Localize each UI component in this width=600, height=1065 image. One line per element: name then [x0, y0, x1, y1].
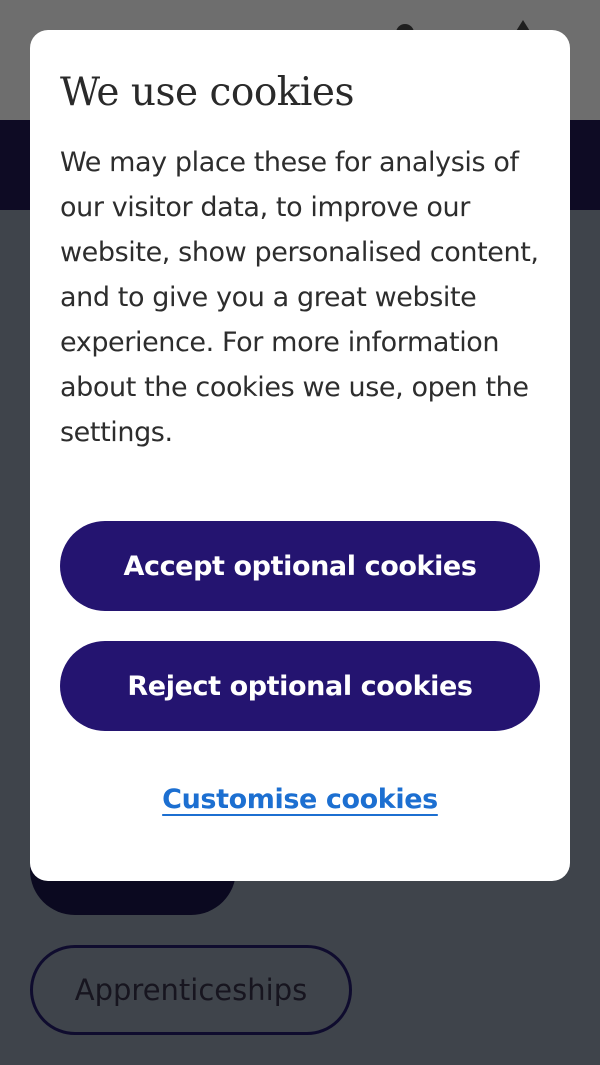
reject-optional-cookies-button[interactable]: Reject optional cookies — [60, 641, 540, 731]
page: Apprenticeships We use cookies We may pl… — [0, 0, 600, 1065]
accept-optional-cookies-button[interactable]: Accept optional cookies — [60, 521, 540, 611]
cookie-consent-dialog: We use cookies We may place these for an… — [30, 30, 570, 881]
apprenticeships-filter-label: Apprenticeships — [74, 973, 308, 1007]
customise-cookies-link-wrapper: Customise cookies — [30, 784, 570, 815]
dialog-title: We use cookies — [60, 70, 355, 115]
customise-cookies-link[interactable]: Customise cookies — [162, 784, 438, 815]
dialog-body-text: We may place these for analysis of our v… — [60, 147, 539, 448]
apprenticeships-filter-pill: Apprenticeships — [30, 945, 352, 1035]
